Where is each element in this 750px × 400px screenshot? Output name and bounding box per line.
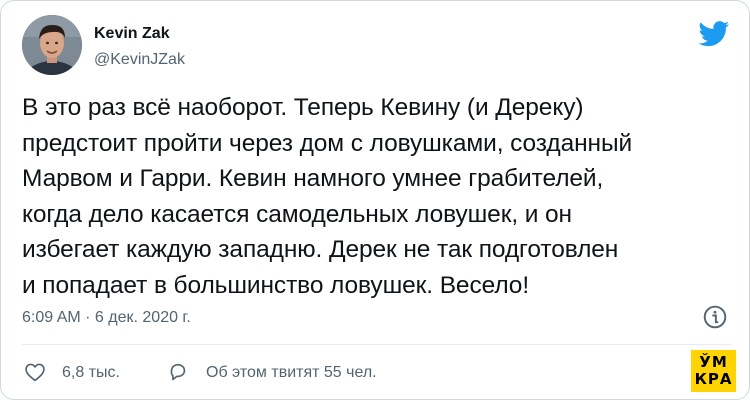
discussion-link[interactable]: Об этом твитят 55 чел.: [206, 364, 377, 382]
logo-line-2: КРА: [694, 370, 733, 388]
tweet-text: В это раз всё наоборот. Теперь Кевину (и…: [22, 94, 633, 299]
umkra-logo: ЎМ КРА: [691, 350, 736, 392]
info-icon[interactable]: [702, 304, 728, 330]
avatar[interactable]: [22, 15, 82, 75]
twitter-bird-icon[interactable]: [698, 21, 730, 47]
avatar-photo: [22, 15, 82, 75]
logo-line-1: ЎМ: [699, 353, 728, 371]
tweet-card: Kevin Zak @KevinJZak В это раз всё наобо…: [0, 0, 750, 400]
speech-bubble-icon[interactable]: [166, 361, 190, 383]
author-name[interactable]: Kevin Zak: [94, 25, 170, 43]
tweet-timestamp[interactable]: 6:09 AM · 6 дек. 2020 г.: [22, 309, 191, 327]
divider: [22, 344, 731, 345]
author-handle[interactable]: @KevinJZak: [94, 51, 185, 69]
heart-icon[interactable]: [24, 361, 46, 383]
like-count[interactable]: 6,8 тыс.: [62, 364, 120, 382]
